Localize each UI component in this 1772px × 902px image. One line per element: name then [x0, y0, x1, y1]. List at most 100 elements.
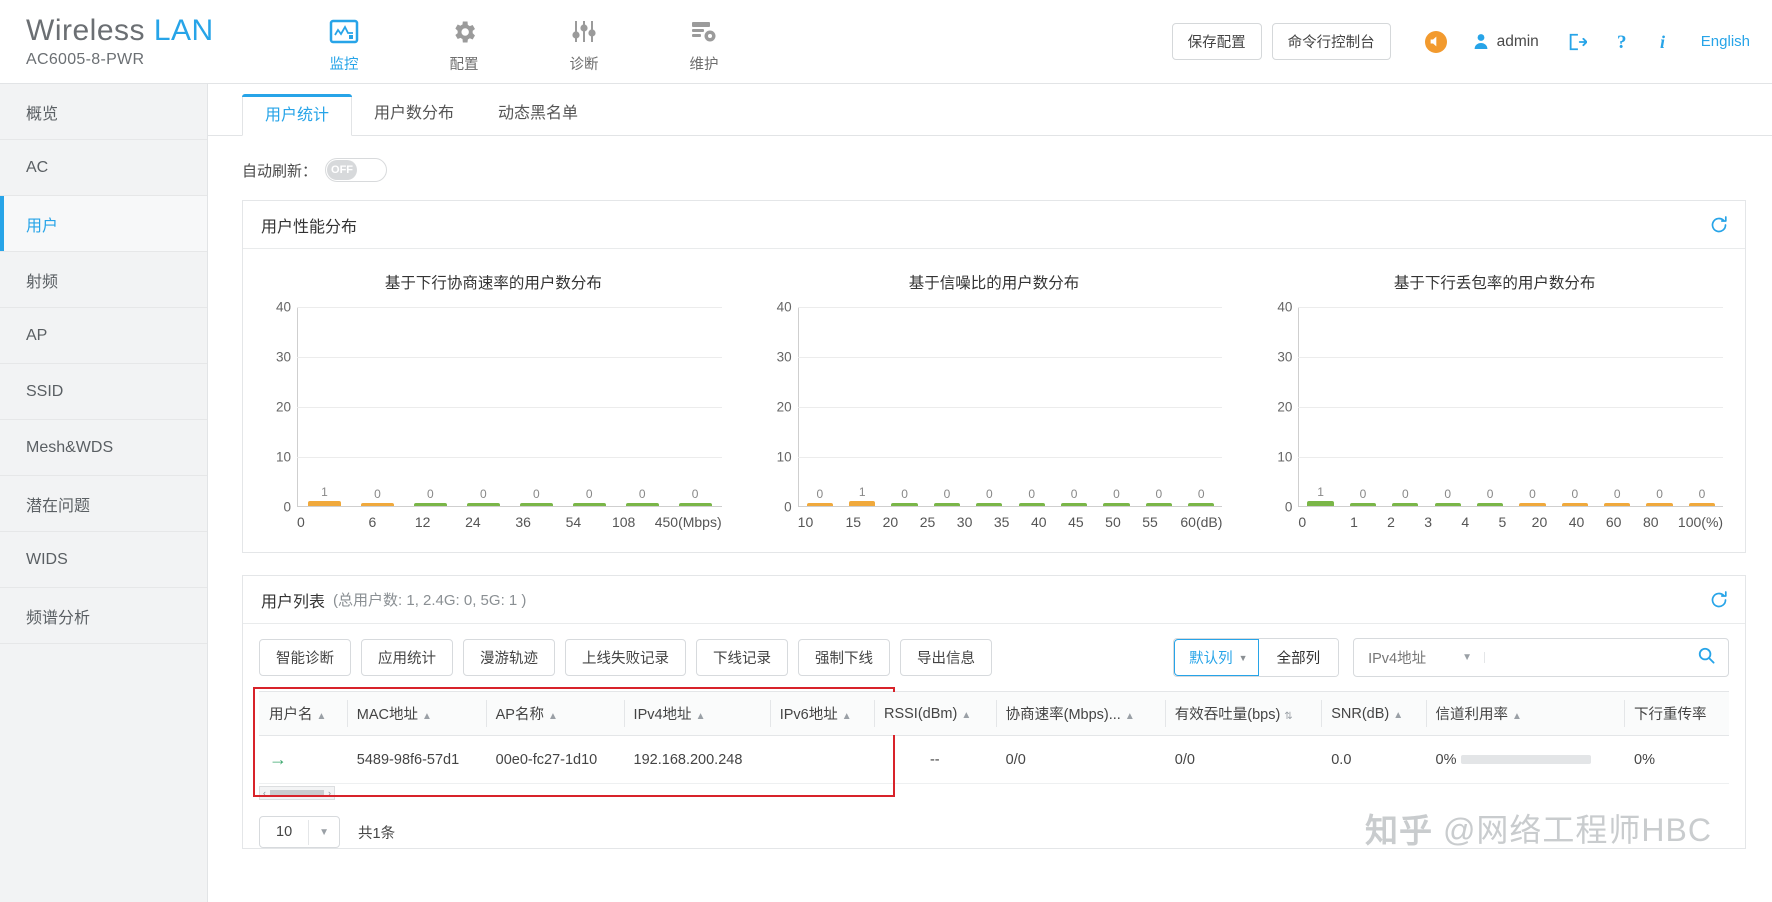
col-throughput[interactable]: 有效吞吐量(bps) ⇅: [1164, 691, 1322, 736]
default-columns-button[interactable]: 默认列 ▼: [1174, 639, 1259, 676]
scroll-left-arrow[interactable]: ‹: [263, 788, 266, 798]
logout-icon[interactable]: [1567, 32, 1587, 52]
offline-log-button[interactable]: 下线记录: [696, 639, 788, 676]
sidebar-item-spectrum-analysis[interactable]: 频谱分析: [0, 588, 207, 644]
arrow-right-icon[interactable]: →: [269, 749, 287, 769]
bar-value-label: 0: [1444, 487, 1451, 501]
user-menu[interactable]: admin: [1473, 33, 1539, 51]
x-tick-label: 50: [1105, 514, 1121, 530]
bar: [1018, 503, 1045, 506]
app-statistics-button[interactable]: 应用统计: [361, 639, 453, 676]
cli-console-button[interactable]: 命令行控制台: [1271, 23, 1391, 60]
bar: [1188, 503, 1215, 506]
language-switch[interactable]: English: [1701, 33, 1750, 50]
col-label: SNR(dB): [1331, 705, 1390, 722]
sidebar-item-ap[interactable]: AP: [0, 308, 207, 364]
bar: [361, 503, 394, 506]
force-offline-button[interactable]: 强制下线: [798, 639, 890, 676]
sort-icon: ▲: [841, 711, 852, 722]
x-tick-label: 15: [845, 514, 862, 530]
speaker-icon[interactable]: [1424, 30, 1447, 53]
search-field-label[interactable]: IPv4地址: [1354, 639, 1450, 676]
x-tick-label: 24: [465, 514, 481, 530]
smart-diagnose-button[interactable]: 智能诊断: [259, 639, 351, 676]
sidebar-item-ssid[interactable]: SSID: [0, 364, 207, 420]
table-body: → 5489-98f6-57d1 00e0-fc27-1d10 192.168.…: [259, 735, 1729, 784]
bars-c2: 1 0 0 0 0 0 0 0 0 0: [1299, 307, 1723, 506]
bar-value-label: 0: [1698, 487, 1706, 501]
table-row[interactable]: → 5489-98f6-57d1 00e0-fc27-1d10 192.168.…: [259, 735, 1729, 784]
maintenance-icon: [670, 15, 738, 49]
refresh-icon[interactable]: [1709, 215, 1729, 240]
cell-throughput: 0/0: [1164, 735, 1322, 784]
search-icon[interactable]: [1685, 646, 1728, 670]
bar: [625, 503, 659, 506]
sidebar-item-potential-issues[interactable]: 潜在问题: [0, 476, 207, 532]
channel-util-value: 0%: [1435, 751, 1457, 768]
col-ap-name[interactable]: AP名称 ▲: [485, 691, 624, 736]
bar: [1060, 503, 1088, 506]
x-tick-label: 40: [1030, 514, 1047, 530]
sort-icon: ▲: [1393, 709, 1404, 721]
x-tick-label: 6: [368, 514, 377, 530]
all-columns-button[interactable]: 全部列: [1258, 639, 1339, 676]
bar-value-label: 0: [585, 487, 593, 501]
bar-group: 0: [1342, 307, 1384, 506]
chevron-down-icon: ▼: [1238, 652, 1248, 663]
col-ipv4[interactable]: IPv4地址 ▲: [623, 691, 770, 736]
user-list-panel: 用户列表 (总用户数: 1, 2.4G: 0, 5G: 1 ) 智能诊断 应用统…: [242, 575, 1746, 849]
col-channel-util[interactable]: 信道利用率 ▲: [1425, 691, 1624, 736]
sort-icon: ▲: [316, 711, 327, 722]
bar: [891, 503, 918, 506]
nav-item-config[interactable]: 配置: [430, 15, 498, 74]
page-size-select[interactable]: 10 ▼: [259, 816, 341, 848]
scroll-right-arrow[interactable]: ›: [328, 788, 331, 798]
nav-item-diagnose[interactable]: 诊断: [550, 15, 618, 74]
sidebar-item-radio[interactable]: 射频: [0, 252, 207, 308]
cell-expand[interactable]: →: [259, 735, 347, 784]
bar: [1349, 503, 1377, 506]
info-icon[interactable]: i: [1659, 32, 1671, 52]
bar-value-label: 0: [427, 487, 434, 501]
tab-user-statistics[interactable]: 用户统计: [242, 94, 353, 136]
col-rate[interactable]: 协商速率(Mbps)... ▲: [995, 691, 1165, 736]
auto-refresh-toggle[interactable]: OFF: [325, 158, 388, 182]
horizontal-scrollbar[interactable]: ‹ ›: [259, 786, 335, 800]
sidebar-item-overview[interactable]: 概览: [0, 84, 207, 140]
col-rssi[interactable]: RSSI(dBm) ▲: [873, 691, 996, 736]
bar: [413, 503, 447, 506]
bar-group: 0: [616, 307, 669, 506]
save-config-button[interactable]: 保存配置: [1171, 23, 1262, 60]
brand-accent: LAN: [153, 14, 214, 47]
col-user-name[interactable]: 用户名 ▲: [259, 691, 347, 736]
help-icon[interactable]: ?: [1615, 32, 1631, 52]
auto-refresh-label: 自动刷新：: [242, 162, 318, 180]
sidebar-item-users[interactable]: 用户: [0, 196, 207, 252]
col-retrans[interactable]: 下行重传率: [1624, 691, 1729, 736]
x-tick-label: 20: [1531, 514, 1548, 530]
y-tick: 20: [776, 399, 792, 415]
nav-item-maintenance[interactable]: 维护: [670, 15, 738, 74]
sidebar-item-ac[interactable]: AC: [0, 140, 207, 196]
col-snr[interactable]: SNR(dB) ▲: [1321, 691, 1426, 736]
scroll-grip[interactable]: [270, 790, 324, 796]
roaming-track-button[interactable]: 漫游轨迹: [463, 639, 555, 676]
nav-item-monitor[interactable]: 监控: [310, 15, 378, 74]
bar-group: 0: [1384, 307, 1426, 506]
sidebar-item-wids[interactable]: WIDS: [0, 532, 207, 588]
online-failure-log-button[interactable]: 上线失败记录: [565, 639, 686, 676]
table-header-row: 用户名 ▲ MAC地址 ▲ AP名称 ▲ IPv4地址 ▲ IPv6地址 ▲ RSSI(d…: [259, 691, 1729, 736]
export-info-button[interactable]: 导出信息: [900, 639, 992, 676]
search-input[interactable]: [1485, 641, 1685, 674]
bar-group: 0: [1554, 307, 1596, 506]
refresh-icon[interactable]: [1709, 590, 1729, 615]
sidebar-item-mesh-wds[interactable]: Mesh&WDS: [0, 420, 207, 476]
chevron-down-icon[interactable]: ▼: [1450, 652, 1485, 663]
tab-dynamic-blacklist[interactable]: 动态黑名单: [476, 93, 601, 135]
col-mac[interactable]: MAC地址 ▲: [346, 691, 486, 736]
col-ipv6[interactable]: IPv6地址 ▲: [769, 691, 874, 736]
user-list-header: 用户列表 (总用户数: 1, 2.4G: 0, 5G: 1 ): [243, 576, 1745, 624]
gear-icon: [430, 15, 498, 49]
tab-user-count-distribution[interactable]: 用户数分布: [352, 93, 477, 135]
bar: [308, 501, 341, 506]
